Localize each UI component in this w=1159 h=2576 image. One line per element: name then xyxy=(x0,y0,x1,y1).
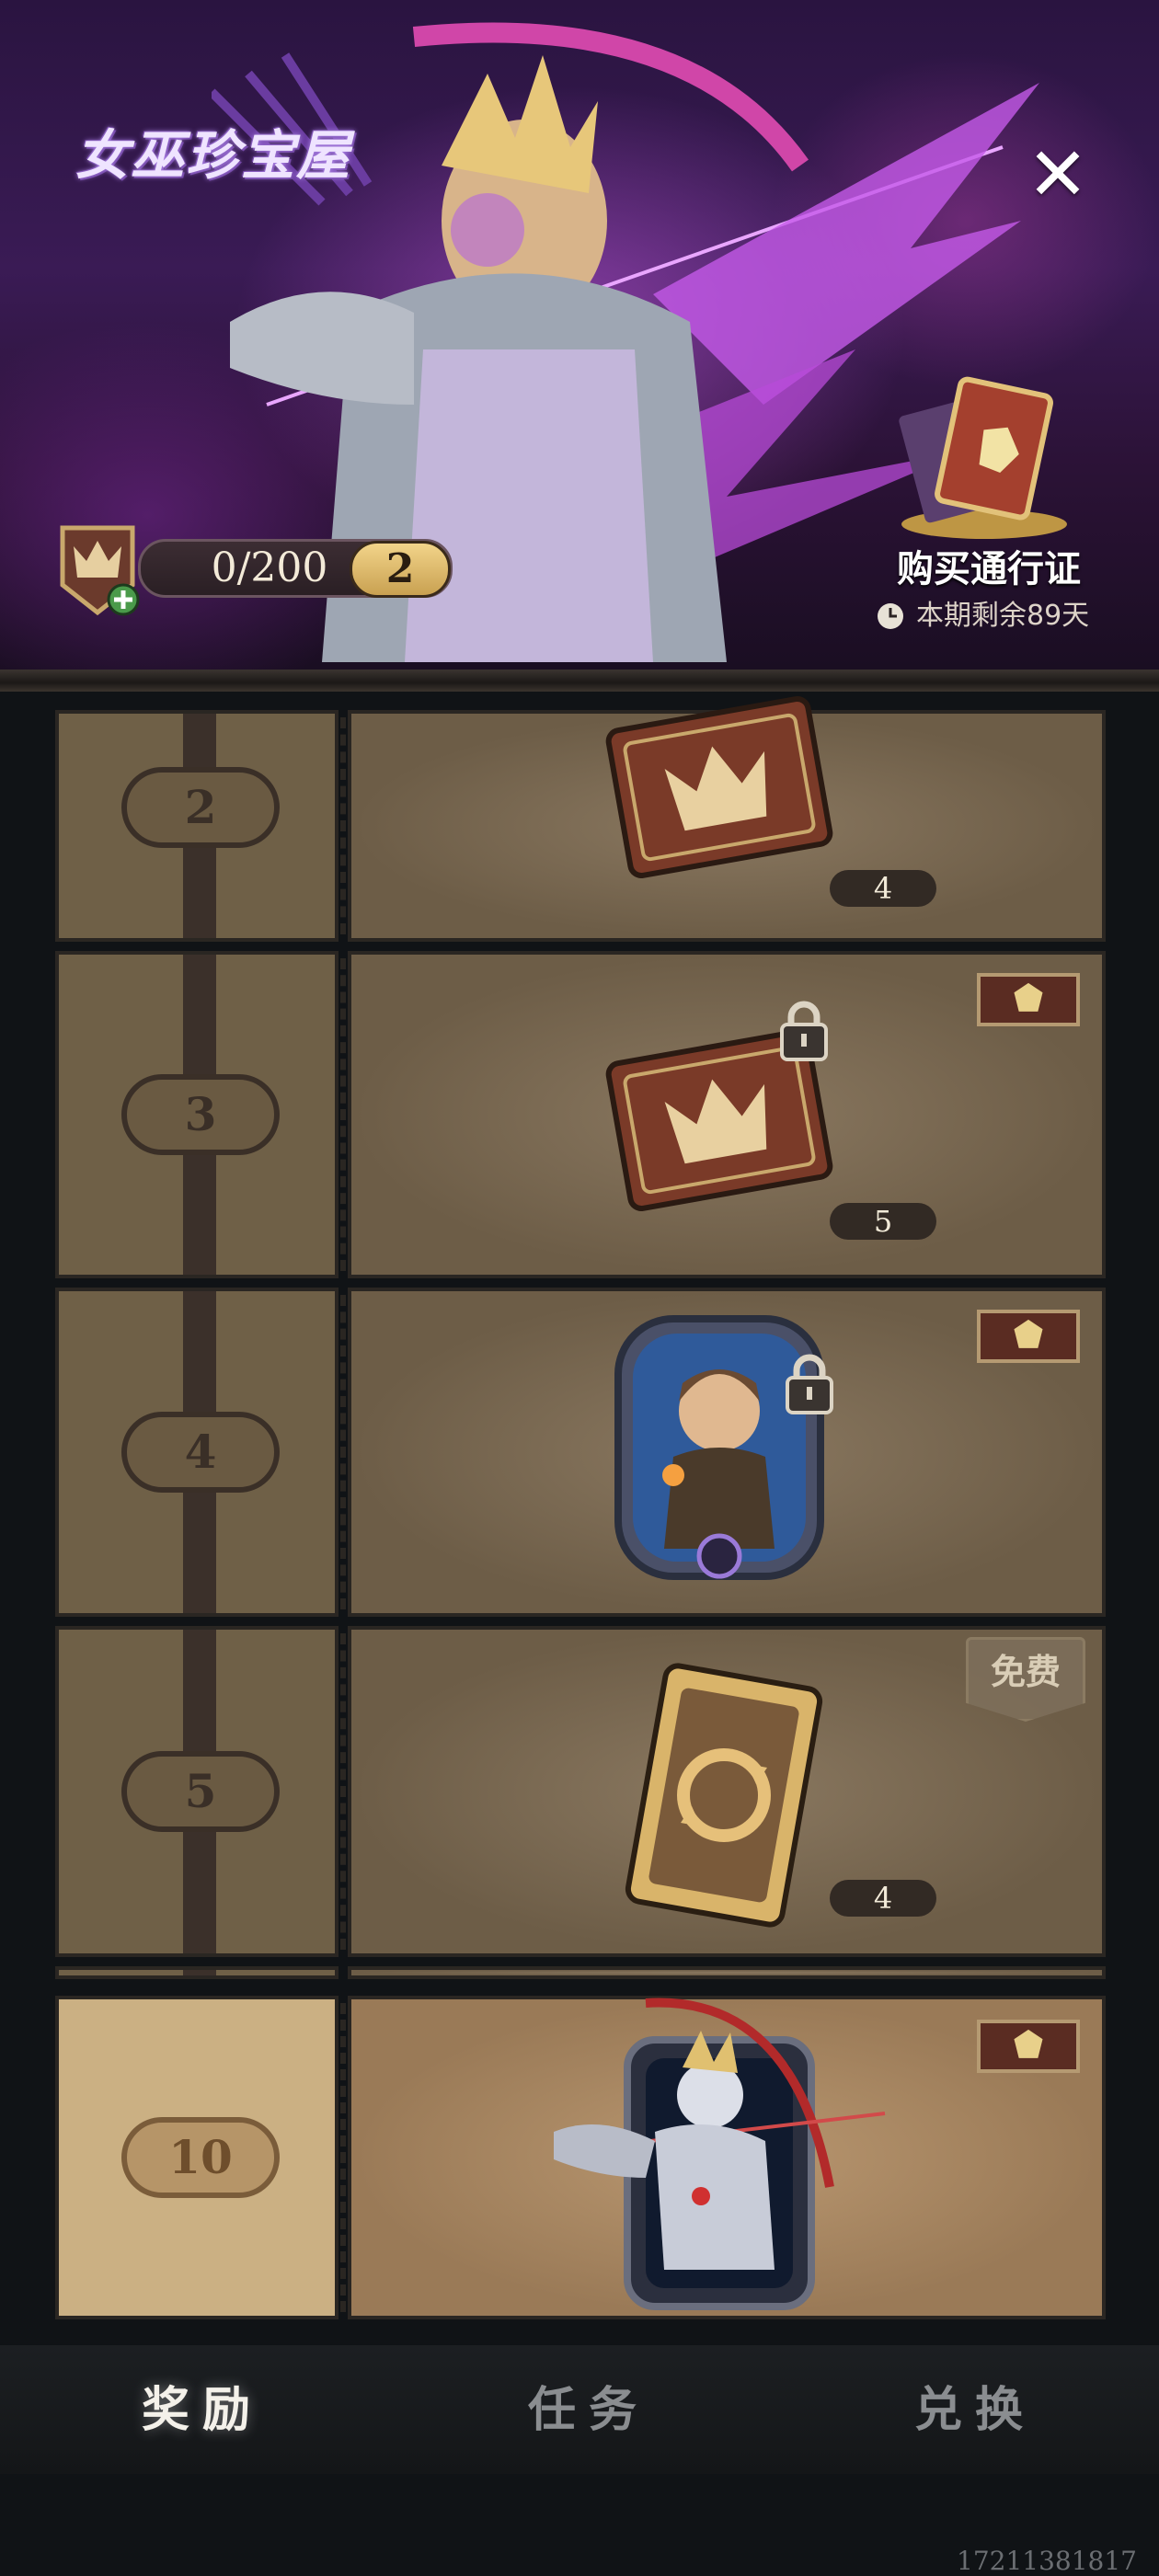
bottom-tab-bar: 奖励 任务 兑换 xyxy=(0,2345,1159,2474)
reward-slot[interactable] xyxy=(348,1288,1106,1617)
reward-row[interactable]: 3 5 xyxy=(55,951,1106,1278)
crown-card-icon xyxy=(605,696,833,878)
dashed-divider xyxy=(340,1633,346,1950)
premium-pass-tag xyxy=(977,973,1080,1026)
event-banner: 女巫珍宝屋 ✕ 0/200 2 购买通行证 本期剩余89天 xyxy=(0,0,1159,670)
clock-icon xyxy=(878,603,903,629)
reward-slot[interactable]: 4 xyxy=(348,696,1106,942)
level-column: 10 xyxy=(55,1996,339,2319)
level-column: 4 xyxy=(55,1288,339,1617)
level-track xyxy=(183,1970,216,1975)
premium-pass-icon xyxy=(1014,2029,1043,2058)
lock-icon xyxy=(786,1354,833,1414)
remaining-time: 本期剩余89天 xyxy=(876,596,1115,636)
reward-count: 4 xyxy=(830,870,936,907)
tab-rewards[interactable]: 奖励 xyxy=(92,2378,313,2443)
buy-pass-button[interactable]: 购买通行证 xyxy=(874,539,1104,592)
pass-level-badge: 2 xyxy=(350,541,451,598)
level-column: 5 xyxy=(55,1626,339,1957)
level-column: 2 xyxy=(55,710,339,942)
dashed-divider xyxy=(340,2003,346,2312)
premium-pass-tag xyxy=(977,1310,1080,1363)
archer-hero-card-icon xyxy=(554,1998,886,2310)
level-number: 4 xyxy=(121,1412,280,1493)
hero-portrait-card-icon xyxy=(614,1315,824,1580)
level-number: 5 xyxy=(121,1751,280,1832)
reward-row[interactable]: 2 4 xyxy=(55,696,1106,942)
dashed-divider xyxy=(340,958,346,1271)
reward-slot[interactable]: 5 xyxy=(348,951,1106,1278)
banner-divider xyxy=(0,670,1159,692)
close-button[interactable]: ✕ xyxy=(1021,138,1095,212)
level-number: 3 xyxy=(121,1074,280,1155)
reward-row[interactable]: 4 xyxy=(55,1288,1106,1617)
premium-pass-icon xyxy=(1014,1319,1043,1348)
reward-count: 4 xyxy=(830,1880,936,1917)
free-tag: 免费 xyxy=(966,1637,1085,1722)
progress-text: 0/200 xyxy=(211,544,328,591)
pass-progress: 0/200 2 xyxy=(53,521,453,616)
event-logo: 女巫珍宝屋 xyxy=(75,124,352,187)
level-number: 2 xyxy=(121,767,280,848)
dashed-divider xyxy=(340,717,346,934)
remaining-days-text: 本期剩余89天 xyxy=(916,600,1090,632)
level-column xyxy=(55,1966,339,1979)
tab-exchange[interactable]: 兑换 xyxy=(865,2378,1085,2443)
level-number: 10 xyxy=(121,2117,280,2198)
lock-icon xyxy=(780,1001,828,1061)
tab-tasks[interactable]: 任务 xyxy=(478,2378,699,2443)
reward-row[interactable]: 5 免费 4 xyxy=(55,1626,1106,1957)
refresh-card-icon xyxy=(625,1663,823,1928)
pass-card-icon[interactable] xyxy=(883,368,1067,543)
reward-slot[interactable]: 免费 4 xyxy=(348,1626,1106,1957)
crown-badge-icon[interactable] xyxy=(53,521,142,616)
reward-list[interactable]: 2 4 3 5 4 5 免费 4 10 xyxy=(0,692,1159,2347)
premium-pass-tag xyxy=(977,2020,1080,2073)
close-icon: ✕ xyxy=(1027,132,1089,217)
level-column: 3 xyxy=(55,951,339,1278)
reward-slot[interactable] xyxy=(348,1996,1106,2319)
dashed-divider xyxy=(340,1295,346,1609)
reward-row-milestone[interactable]: 10 xyxy=(55,1996,1106,2319)
premium-pass-icon xyxy=(1014,982,1043,1012)
footer-id-text: 17211381817 xyxy=(957,2546,1137,2576)
reward-count: 5 xyxy=(830,1203,936,1240)
